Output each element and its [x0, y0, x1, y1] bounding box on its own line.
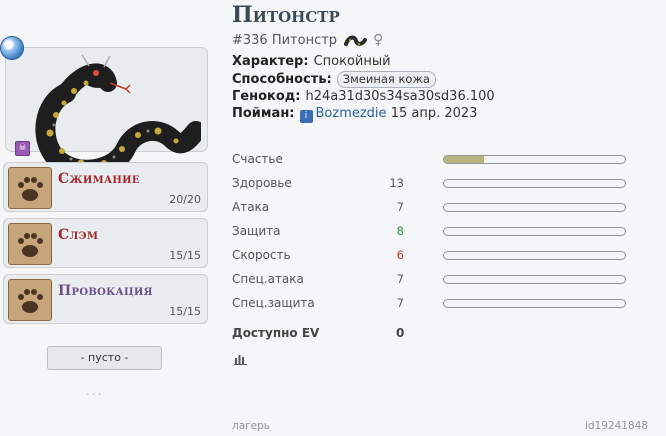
stat-value: 7 — [396, 200, 404, 214]
move-pp: 15/15 — [169, 305, 201, 318]
stat-label: Счастье — [232, 152, 283, 166]
species-number: #336 Питонстр — [232, 32, 338, 48]
bar-chart-icon[interactable] — [234, 352, 248, 365]
move-name: Провокация — [58, 283, 153, 299]
stat-row-sp-defense: Спец.защита 7 — [232, 292, 632, 314]
info-icon[interactable]: i — [299, 110, 313, 123]
move-type-icon — [8, 279, 52, 321]
more-indicator: ... — [86, 384, 104, 398]
nature-row: Характер: Спокойный — [232, 54, 391, 69]
location-label: лагерь — [232, 420, 270, 432]
stat-bar — [443, 275, 626, 284]
pokemon-portrait-card[interactable]: ☠ 1 — [5, 47, 208, 194]
ability-badge[interactable]: Змеиная кожа — [336, 71, 436, 88]
genocode-value: h24a31d30s34sa30sd36.100 — [305, 89, 495, 104]
ev-value: 0 — [396, 326, 405, 340]
stat-label: Атака — [232, 200, 270, 214]
caught-date: 15 апр. 2023 — [390, 106, 478, 121]
stat-label: Спец.атака — [232, 272, 304, 286]
stat-row-sp-attack: Спец.атака 7 — [232, 268, 632, 290]
move-type-icon — [8, 167, 52, 209]
stat-row-speed: Скорость 6 — [232, 244, 632, 266]
pokemon-name-title: Питонстр — [232, 2, 340, 28]
female-icon: ♀ — [373, 32, 384, 48]
species-line: #336 Питонстр ♀ — [232, 32, 383, 48]
stat-label: Скорость — [232, 248, 291, 262]
stat-bar-fill — [444, 156, 484, 163]
move-name: Сжимание — [58, 171, 140, 187]
stat-row-attack: Атака 7 — [232, 196, 632, 218]
ability-label: Способность: — [232, 72, 332, 87]
nature-value: Спокойный — [313, 54, 391, 69]
stat-label: Здоровье — [232, 176, 292, 190]
pokemon-id: id19241848 — [584, 420, 648, 432]
move-slot-2[interactable]: Слэм 15/15 — [3, 218, 208, 268]
stat-bar — [443, 155, 626, 164]
stat-row-happiness: Счастье — [232, 148, 632, 170]
move-pp: 15/15 — [169, 249, 201, 262]
stat-bar — [443, 251, 626, 260]
stat-row-defense: Защита 8 — [232, 220, 632, 242]
caught-row: Пойман: i Bozmezdie 15 апр. 2023 — [232, 106, 477, 123]
stat-label: Защита — [232, 224, 281, 238]
stat-bar — [443, 227, 626, 236]
stat-bar — [443, 299, 626, 308]
stat-value: 6 — [396, 248, 404, 262]
stat-value: 7 — [396, 296, 404, 310]
stat-bar — [443, 203, 626, 212]
move-name: Слэм — [58, 227, 99, 243]
stat-value: 13 — [389, 176, 404, 190]
move-pp: 20/20 — [169, 193, 201, 206]
nature-label: Характер: — [232, 54, 309, 69]
caught-label: Пойман: — [232, 106, 295, 121]
stat-row-hp: Здоровье 13 — [232, 172, 632, 194]
stat-label: Спец.защита — [232, 296, 315, 310]
genocode-label: Генокод: — [232, 89, 301, 104]
move-slot-1[interactable]: Сжимание 20/20 — [3, 162, 208, 212]
stat-value: 7 — [396, 272, 404, 286]
ability-row: Способность: Змеиная кожа — [232, 71, 436, 88]
empty-move-slot-button[interactable]: - пусто - — [47, 346, 162, 370]
stat-value: 8 — [396, 224, 404, 238]
move-slot-3[interactable]: Провокация 15/15 — [3, 274, 208, 324]
species-mini-icon — [344, 35, 368, 46]
pokeball-icon — [0, 36, 24, 60]
move-type-icon — [8, 223, 52, 265]
ev-label: Доступно EV — [232, 326, 320, 340]
genocode-row: Генокод: h24a31d30s34sa30sd36.100 — [232, 89, 495, 104]
poison-status-icon: ☠ — [15, 141, 30, 156]
left-panel: ☠ 1 Сжимание 20/20 Слэм 15/15 Провокация… — [0, 0, 212, 436]
owner-link[interactable]: Bozmezdie — [316, 106, 387, 121]
stat-bar — [443, 179, 626, 188]
